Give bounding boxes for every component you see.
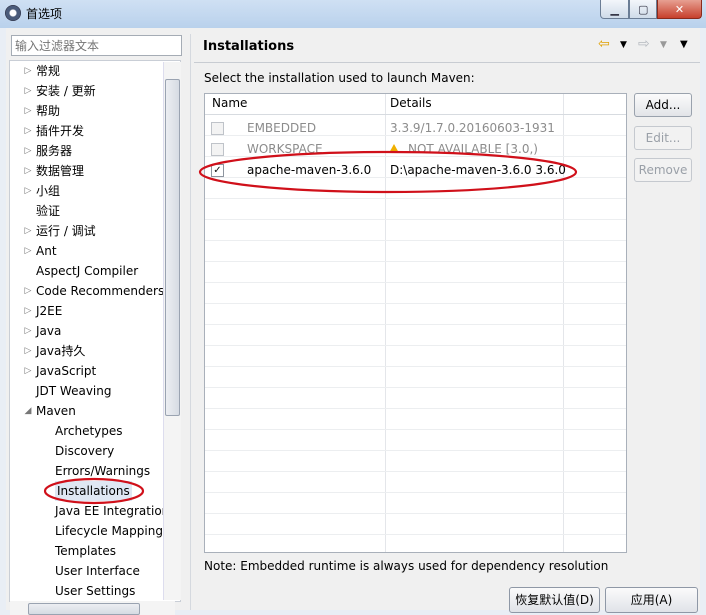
highlight-ellipse-tree xyxy=(43,477,145,505)
annotation-overlay xyxy=(43,150,578,505)
highlight-ellipse-row xyxy=(198,150,578,194)
